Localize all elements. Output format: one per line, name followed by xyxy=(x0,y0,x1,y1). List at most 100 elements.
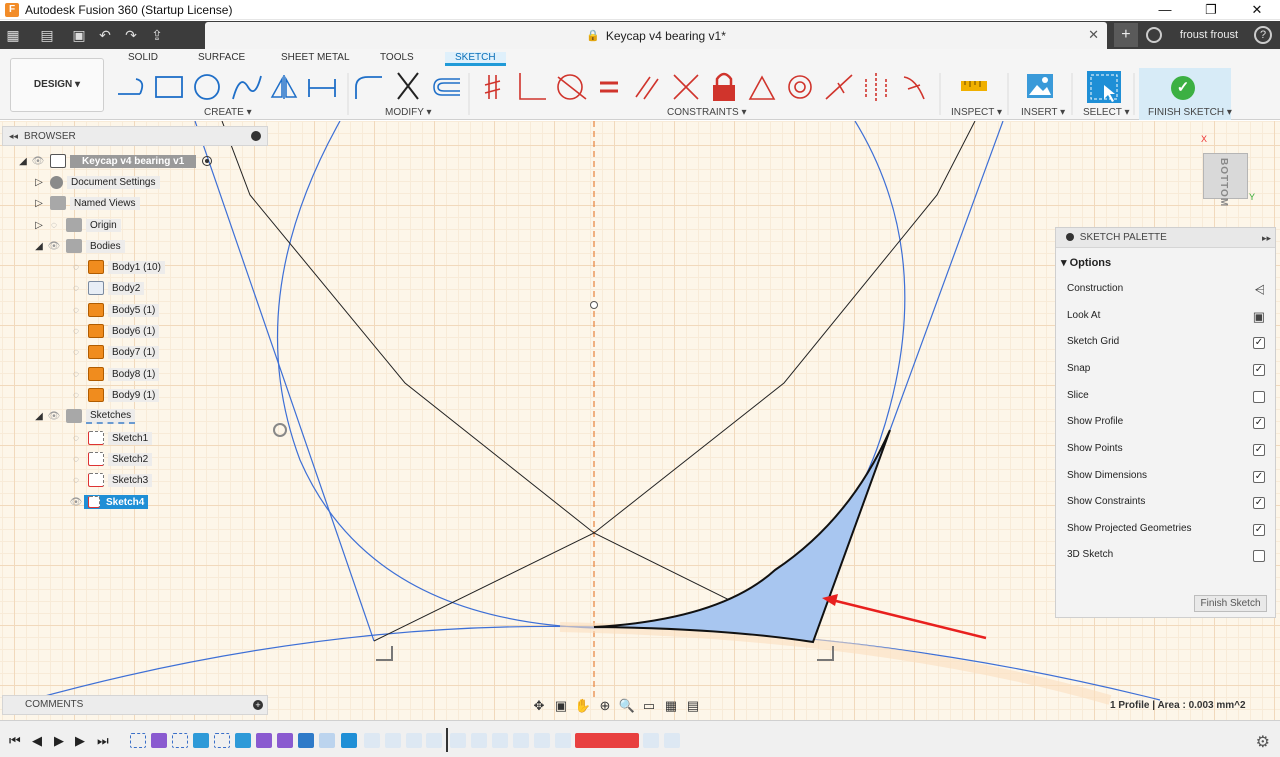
option-sketch-grid[interactable]: Sketch Grid ✓ xyxy=(1067,336,1267,350)
visibility-eye-icon[interactable]: 👁 xyxy=(46,241,62,252)
undo-icon[interactable]: ↶ xyxy=(92,21,118,49)
browser-header[interactable]: ◂◂ BROWSER xyxy=(2,126,268,146)
new-tab-button[interactable]: + xyxy=(1113,23,1138,47)
finish-sketch-check-icon[interactable]: ✓ xyxy=(1171,76,1195,100)
visibility-eye-icon[interactable]: ◌ xyxy=(68,347,84,358)
tree-item-sketches[interactable]: ◢ 👁 Sketches xyxy=(32,407,136,425)
timeline-sketch-icon[interactable] xyxy=(172,733,188,748)
zoom-icon[interactable]: ⊕ xyxy=(594,698,616,714)
step-back-icon[interactable]: ◀ xyxy=(32,733,42,749)
option-3d-sketch[interactable]: 3D Sketch xyxy=(1067,549,1267,563)
tree-item-named-views[interactable]: ▷ Named Views xyxy=(32,194,140,212)
zoom-window-icon[interactable]: 🔍 xyxy=(616,698,638,714)
tree-item-body[interactable]: ◌ Body1 (10) xyxy=(68,258,165,276)
tree-item-body[interactable]: ◌ Body2 xyxy=(68,279,145,297)
show-projected-geometries-checkbox[interactable]: ✓ xyxy=(1253,524,1265,536)
tree-root[interactable]: ◢ 👁 Keycap v4 bearing v1 xyxy=(16,152,213,170)
visibility-eye-icon[interactable]: 👁 xyxy=(68,497,84,508)
visibility-eye-icon[interactable]: ◌ xyxy=(68,369,84,380)
tree-item-document-settings[interactable]: ▷ Document Settings xyxy=(32,173,160,191)
visibility-eye-icon[interactable]: ◌ xyxy=(46,220,62,231)
visibility-eye-icon[interactable]: ◌ xyxy=(68,283,84,294)
option-show-dimensions[interactable]: Show Dimensions ✓ xyxy=(1067,470,1267,484)
expand-triangle-icon[interactable]: ▷ xyxy=(32,220,46,231)
timeline-body-icon[interactable] xyxy=(319,733,335,748)
insert-menu[interactable]: INSERT ▾ xyxy=(1021,107,1065,118)
comments-panel[interactable]: COMMENTS + xyxy=(2,695,268,715)
file-icon[interactable]: ▤ xyxy=(34,21,60,49)
option-show-projected-geometries[interactable]: Show Projected Geometries ✓ xyxy=(1067,523,1267,537)
create-menu[interactable]: CREATE ▾ xyxy=(204,107,252,118)
option-show-constraints[interactable]: Show Constraints ✓ xyxy=(1067,496,1267,510)
timeline-combine-icon[interactable] xyxy=(298,733,314,748)
finish-sketch-button[interactable]: Finish Sketch xyxy=(1194,595,1267,612)
visibility-eye-icon[interactable]: ◌ xyxy=(68,433,84,444)
option-construction[interactable]: Construction ⩤ xyxy=(1067,282,1267,298)
expand-triangle-icon[interactable]: ▷ xyxy=(32,177,46,188)
look-at-nav-icon[interactable]: ▣ xyxy=(550,698,572,714)
viewports-icon[interactable]: ▤ xyxy=(682,698,704,714)
modify-menu[interactable]: MODIFY ▾ xyxy=(385,107,432,118)
step-forward-icon[interactable]: ▶ xyxy=(75,733,85,749)
collapse-icon[interactable]: ◂◂ xyxy=(9,131,18,142)
visibility-eye-icon[interactable]: ◌ xyxy=(68,326,84,337)
timeline-body-icon[interactable] xyxy=(235,733,251,748)
options-section[interactable]: ▾ Options xyxy=(1056,248,1275,269)
snap-checkbox[interactable]: ✓ xyxy=(1253,364,1265,376)
show-constraints-checkbox[interactable]: ✓ xyxy=(1253,497,1265,509)
add-comment-icon[interactable]: + xyxy=(253,700,263,710)
constraints-menu[interactable]: CONSTRAINTS ▾ xyxy=(667,107,746,118)
show-dimensions-checkbox[interactable]: ✓ xyxy=(1253,471,1265,483)
tree-item-origin[interactable]: ▷ ◌ Origin xyxy=(32,216,121,234)
visibility-eye-icon[interactable]: ◌ xyxy=(68,390,84,401)
option-show-points[interactable]: Show Points ✓ xyxy=(1067,443,1267,457)
pan-icon[interactable]: ✋ xyxy=(572,698,594,714)
3d-sketch-checkbox[interactable] xyxy=(1253,550,1265,562)
slice-checkbox[interactable] xyxy=(1253,391,1265,403)
timeline-settings-gear-icon[interactable]: ⚙ xyxy=(1256,732,1270,752)
redo-icon[interactable]: ↷ xyxy=(118,21,144,49)
tree-item-sketch[interactable]: ◌ Sketch2 xyxy=(68,450,153,468)
option-slice[interactable]: Slice xyxy=(1067,390,1267,404)
maximize-button[interactable]: ❐ xyxy=(1188,0,1234,20)
tree-item-body[interactable]: ◌ Body8 (1) xyxy=(68,365,160,383)
visibility-eye-icon[interactable]: ◌ xyxy=(68,475,84,486)
document-tab[interactable]: 🔒 Keycap v4 bearing v1* ✕ xyxy=(205,22,1107,49)
timeline-suppressed-icon[interactable] xyxy=(643,733,659,748)
collapse-triangle-icon[interactable]: ◢ xyxy=(16,156,30,167)
collapse-triangle-icon[interactable]: ◢ xyxy=(32,241,46,252)
construction-icon[interactable]: ⩤ xyxy=(1255,282,1265,298)
browser-minimize-icon[interactable] xyxy=(251,131,261,141)
timeline-suppressed-icon[interactable] xyxy=(385,733,401,748)
visibility-eye-icon[interactable]: ◌ xyxy=(68,262,84,273)
timeline-extrude-icon[interactable] xyxy=(277,733,293,748)
timeline-extrude-icon[interactable] xyxy=(151,733,167,748)
tree-item-bodies[interactable]: ◢ 👁 Bodies xyxy=(32,237,125,255)
sketch-palette-header[interactable]: SKETCH PALETTE ▸▸ xyxy=(1056,228,1275,248)
visibility-eye-icon[interactable]: ◌ xyxy=(68,454,84,465)
job-status-icon[interactable] xyxy=(1145,27,1162,43)
export-icon[interactable]: ⇪ xyxy=(144,21,170,49)
select-menu[interactable]: SELECT ▾ xyxy=(1083,107,1130,118)
tree-item-sketch-active[interactable]: 👁 Sketch4 xyxy=(68,493,149,511)
viewcube[interactable]: BOTTOM xyxy=(1203,153,1248,207)
timeline-error-features[interactable] xyxy=(575,733,639,748)
timeline-sketch-icon[interactable] xyxy=(214,733,230,748)
show-points-checkbox[interactable]: ✓ xyxy=(1253,444,1265,456)
timeline-suppressed-icon[interactable] xyxy=(555,733,571,748)
option-show-profile[interactable]: Show Profile ✓ xyxy=(1067,416,1267,430)
play-icon[interactable]: ▶ xyxy=(54,733,64,749)
tree-item-sketch[interactable]: ◌ Sketch1 xyxy=(68,429,153,447)
timeline-suppressed-icon[interactable] xyxy=(513,733,529,748)
minimize-button[interactable]: — xyxy=(1142,0,1188,20)
timeline-suppressed-icon[interactable] xyxy=(664,733,680,748)
timeline-suppressed-icon[interactable] xyxy=(364,733,380,748)
timeline-suppressed-icon[interactable] xyxy=(406,733,422,748)
tree-item-body[interactable]: ◌ Body7 (1) xyxy=(68,343,160,361)
grid-settings-icon[interactable]: ▦ xyxy=(660,698,682,714)
tree-item-sketch[interactable]: ◌ Sketch3 xyxy=(68,471,153,489)
tree-item-body[interactable]: ◌ Body6 (1) xyxy=(68,322,160,340)
timeline-marker[interactable] xyxy=(446,728,448,752)
timeline-extrude-icon[interactable] xyxy=(256,733,272,748)
help-icon[interactable]: ? xyxy=(1254,26,1272,44)
